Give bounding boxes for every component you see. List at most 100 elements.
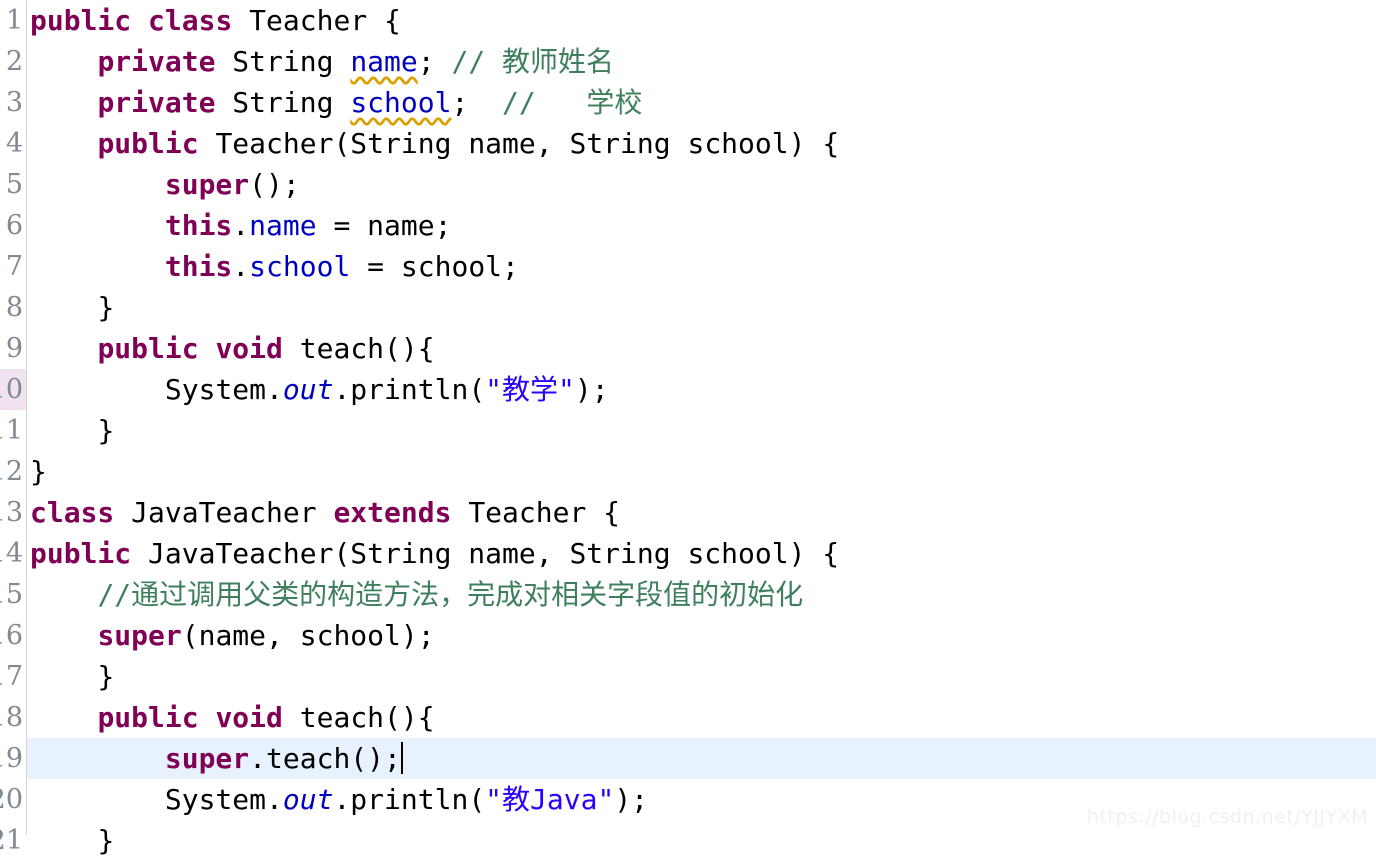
code-token: private [97, 45, 216, 78]
code-line[interactable]: public JavaTeacher(String name, String s… [27, 533, 1376, 574]
code-line[interactable]: this.school = school; [27, 246, 1376, 287]
text-caret [400, 742, 403, 774]
code-token: class [148, 4, 233, 37]
code-token: public [97, 701, 199, 734]
code-token: "教学" [485, 373, 575, 406]
code-line-text: public class Teacher { [27, 0, 401, 41]
code-token: .println( [333, 783, 486, 816]
code-line[interactable]: //通过调用父类的构造方法，完成对相关字段值的初始化 [27, 574, 1376, 615]
code-line[interactable]: this.name = name; [27, 205, 1376, 246]
line-number: 6 [5, 210, 23, 241]
code-line-text: super.teach(); [27, 738, 403, 779]
code-line[interactable]: super(name, school); [27, 615, 1376, 656]
code-line[interactable]: class JavaTeacher extends Teacher { [27, 492, 1376, 533]
code-token: ; [451, 86, 469, 119]
code-line-text: } [27, 656, 114, 697]
code-token: "教Java" [485, 783, 615, 816]
code-line[interactable]: public void teach(){ [27, 697, 1376, 738]
code-token: Teacher { [451, 496, 621, 529]
code-token: (); [249, 168, 300, 201]
csdn-watermark: https://blog.csdn.net/YJJYXM [1086, 806, 1368, 828]
line-number: 20 [0, 784, 23, 815]
code-line[interactable]: System.out.println("教学"); [27, 369, 1376, 410]
code-line-text: System.out.println("教学"); [27, 369, 609, 410]
code-token: void [215, 332, 283, 365]
code-line[interactable]: public void teach(){ [27, 328, 1376, 369]
code-token: this [164, 250, 233, 283]
code-line[interactable]: } [27, 451, 1376, 492]
line-number: 9 [5, 333, 23, 364]
code-token: teach(){ [282, 332, 435, 365]
code-token-warning: name [350, 45, 418, 78]
line-number: 3 [5, 87, 23, 118]
code-token: school [249, 250, 351, 283]
line-number: 19 [0, 743, 23, 774]
line-number-gutter[interactable]: 123456789101112131415161718192021 [0, 0, 27, 856]
code-token: public [97, 332, 199, 365]
code-token: .println( [333, 373, 486, 406]
code-line-active[interactable]: super.teach(); [27, 738, 1376, 779]
code-line[interactable]: } [27, 410, 1376, 451]
line-number: 11 [0, 415, 23, 446]
code-token: public [30, 4, 132, 37]
line-number: 10 [0, 374, 23, 405]
code-token: private [97, 86, 216, 119]
code-token: public [30, 537, 132, 570]
code-token: Teacher(String name, String school) { [198, 127, 840, 160]
code-line-text: System.out.println("教Java"); [27, 779, 648, 820]
code-token: . [232, 209, 250, 242]
code-line[interactable]: super(); [27, 164, 1376, 205]
code-line[interactable]: } [27, 287, 1376, 328]
line-number: 4 [5, 128, 23, 159]
code-line-text: } [27, 287, 114, 328]
code-line[interactable]: public Teacher(String name, String schoo… [27, 123, 1376, 164]
line-number: 17 [0, 661, 23, 692]
code-line-text: } [27, 410, 114, 451]
code-line[interactable]: } [27, 656, 1376, 697]
code-token: (name, school); [181, 619, 435, 652]
code-token: = school; [350, 250, 519, 283]
code-token: ); [614, 783, 649, 816]
code-line-text: class JavaTeacher extends Teacher { [27, 492, 620, 533]
line-number: 5 [5, 169, 23, 200]
code-token: = name; [316, 209, 452, 242]
code-editor[interactable]: 123456789101112131415161718192021 public… [0, 0, 1376, 857]
code-token: super [164, 742, 250, 775]
line-number: 12 [0, 456, 23, 487]
code-line-text: private String school; // 学校 [27, 82, 642, 123]
code-line[interactable]: private String school; // 学校 [27, 82, 1376, 123]
code-token: teach(){ [282, 701, 435, 734]
code-token: ; [417, 45, 435, 78]
code-token: out [282, 373, 334, 406]
code-line[interactable]: public class Teacher { [27, 0, 1376, 41]
code-line[interactable]: private String name; // 教师姓名 [27, 41, 1376, 82]
code-line-text: public Teacher(String name, String schoo… [27, 123, 839, 164]
line-number: 21 [0, 825, 23, 856]
code-token: System. [164, 373, 283, 406]
code-token: } [97, 414, 115, 447]
code-token: extends [333, 496, 452, 529]
code-content-area[interactable]: public class Teacher { private String na… [27, 0, 1376, 857]
code-token: JavaTeacher [114, 496, 334, 529]
code-token-warning: school [350, 86, 452, 119]
code-line-text: public JavaTeacher(String name, String s… [27, 533, 839, 574]
code-token: } [30, 455, 47, 488]
code-line-text: this.school = school; [27, 246, 519, 287]
code-token: class [30, 496, 115, 529]
code-line-text: //通过调用父类的构造方法，完成对相关字段值的初始化 [27, 574, 803, 615]
code-token: // 学校 [468, 86, 643, 119]
code-line-text: super(name, school); [27, 615, 435, 656]
